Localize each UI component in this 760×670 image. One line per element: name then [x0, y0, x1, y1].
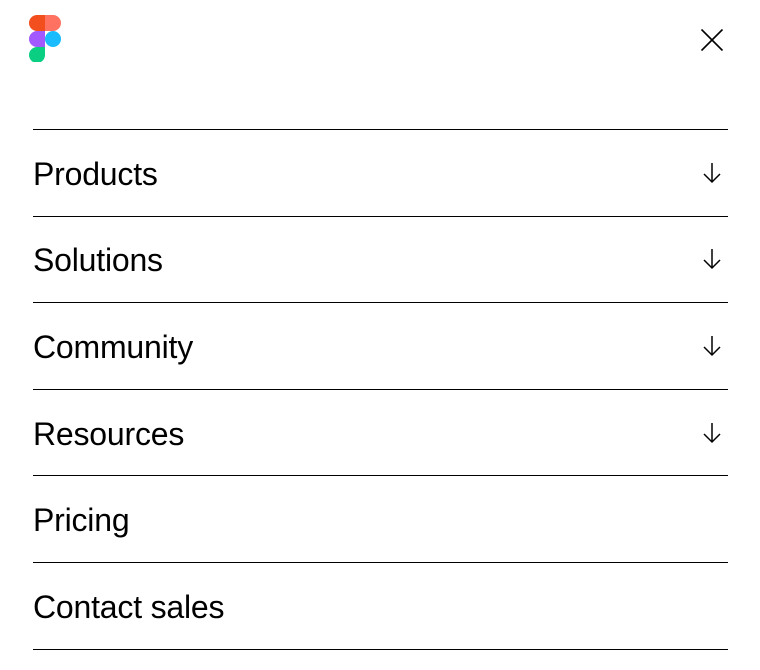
nav-menu-list: Products Solutions Community Resources P…: [33, 129, 728, 650]
arrow-down-icon: [700, 161, 724, 185]
menu-item-pricing[interactable]: Pricing: [33, 476, 728, 563]
menu-item-label: Solutions: [33, 242, 163, 279]
menu-item-contact-sales[interactable]: Contact sales: [33, 563, 728, 650]
menu-item-label: Products: [33, 155, 158, 192]
arrow-down-icon: [700, 247, 724, 271]
menu-item-resources[interactable]: Resources: [33, 390, 728, 477]
menu-item-label: Resources: [33, 415, 185, 452]
close-icon: [700, 28, 724, 52]
figma-logo-icon[interactable]: [29, 15, 61, 62]
menu-item-label: Community: [33, 328, 194, 365]
arrow-down-icon: [700, 334, 724, 358]
menu-item-solutions[interactable]: Solutions: [33, 217, 728, 304]
menu-item-label: Pricing: [33, 502, 130, 539]
arrow-down-icon: [700, 421, 724, 445]
close-button[interactable]: [697, 25, 727, 55]
menu-item-community[interactable]: Community: [33, 303, 728, 390]
menu-item-label: Contact sales: [33, 588, 225, 625]
menu-item-products[interactable]: Products: [33, 130, 728, 217]
mobile-nav-menu: Products Solutions Community Resources P…: [0, 0, 760, 670]
